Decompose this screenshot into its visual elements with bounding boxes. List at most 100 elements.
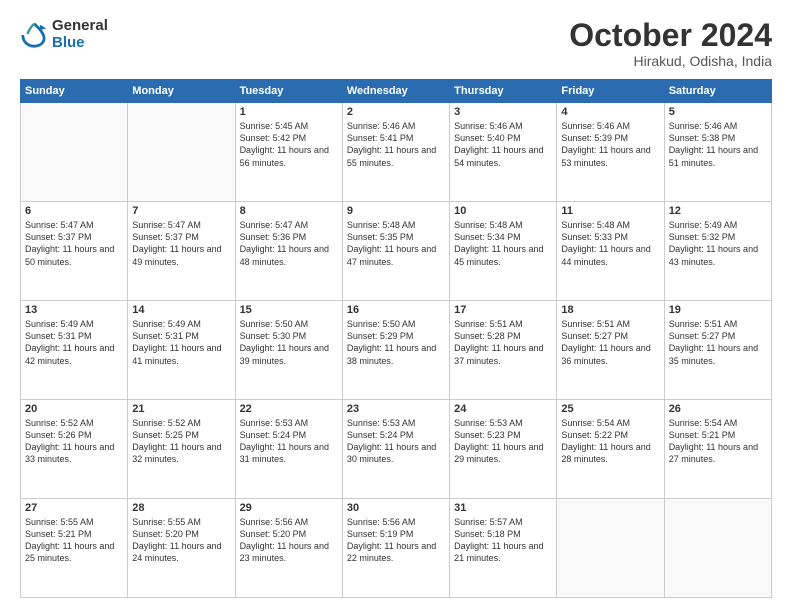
cell-content: Sunrise: 5:56 AM Sunset: 5:20 PM Dayligh… [240,516,338,565]
column-header-monday: Monday [128,80,235,103]
day-number: 31 [454,502,552,514]
day-number: 2 [347,106,445,118]
day-number: 23 [347,403,445,415]
calendar-cell: 3Sunrise: 5:46 AM Sunset: 5:40 PM Daylig… [450,103,557,202]
cell-content: Sunrise: 5:52 AM Sunset: 5:25 PM Dayligh… [132,417,230,466]
cell-content: Sunrise: 5:49 AM Sunset: 5:31 PM Dayligh… [25,318,123,367]
cell-content: Sunrise: 5:46 AM Sunset: 5:39 PM Dayligh… [561,120,659,169]
calendar-cell: 29Sunrise: 5:56 AM Sunset: 5:20 PM Dayli… [235,499,342,598]
header-row: SundayMondayTuesdayWednesdayThursdayFrid… [21,80,772,103]
cell-content: Sunrise: 5:48 AM Sunset: 5:35 PM Dayligh… [347,219,445,268]
calendar-cell: 10 Sunrise: 5:48 AM Sunset: 5:34 PM Dayli… [450,202,557,301]
calendar-cell [664,499,771,598]
calendar-cell: 18Sunrise: 5:51 AM Sunset: 5:27 PM Dayli… [557,301,664,400]
cell-content: Sunrise: 5:55 AM Sunset: 5:20 PM Dayligh… [132,516,230,565]
calendar-cell: 30 Sunrise: 5:56 AM Sunset: 5:19 PM Dayli… [342,499,449,598]
day-number: 9 [347,205,445,217]
cell-content: Sunrise: 5:47 AM Sunset: 5:37 PM Dayligh… [25,219,123,268]
column-header-tuesday: Tuesday [235,80,342,103]
day-number: 12 [669,205,767,217]
calendar-cell: 14 Sunrise: 5:49 AM Sunset: 5:31 PM Dayli… [128,301,235,400]
cell-content: Sunrise: 5:55 AM Sunset: 5:21 PM Dayligh… [25,516,123,565]
column-header-wednesday: Wednesday [342,80,449,103]
calendar-cell: 2 Sunrise: 5:46 AM Sunset: 5:41 PM Daylig… [342,103,449,202]
calendar-cell: 31 Sunrise: 5:57 AM Sunset: 5:18 PM Dayli… [450,499,557,598]
week-row-5: 27 Sunrise: 5:55 AM Sunset: 5:21 PM Dayli… [21,499,772,598]
location-subtitle: Hirakud, Odisha, India [569,53,772,69]
calendar-cell [128,103,235,202]
logo-text: General Blue [52,18,108,51]
calendar-cell: 13 Sunrise: 5:49 AM Sunset: 5:31 PM Dayli… [21,301,128,400]
day-number: 18 [561,304,659,316]
calendar-cell: 1 Sunrise: 5:45 AM Sunset: 5:42 PM Daylig… [235,103,342,202]
cell-content: Sunrise: 5:47 AM Sunset: 5:37 PM Dayligh… [132,219,230,268]
day-number: 28 [132,502,230,514]
calendar-cell: 5 Sunrise: 5:46 AM Sunset: 5:38 PM Daylig… [664,103,771,202]
calendar-cell: 6 Sunrise: 5:47 AM Sunset: 5:37 PM Daylig… [21,202,128,301]
day-number: 24 [454,403,552,415]
calendar-cell: 4 Sunrise: 5:46 AM Sunset: 5:39 PM Daylig… [557,103,664,202]
cell-content: Sunrise: 5:50 AM Sunset: 5:30 PM Dayligh… [240,318,338,367]
cell-content: Sunrise: 5:47 AM Sunset: 5:36 PM Dayligh… [240,219,338,268]
day-number: 6 [25,205,123,217]
day-number: 22 [240,403,338,415]
cell-content: Sunrise: 5:45 AM Sunset: 5:42 PM Dayligh… [240,120,338,169]
day-number: 25 [561,403,659,415]
calendar-cell: 16Sunrise: 5:50 AM Sunset: 5:29 PM Dayli… [342,301,449,400]
calendar-cell: 28 Sunrise: 5:55 AM Sunset: 5:20 PM Dayli… [128,499,235,598]
calendar-cell: 8 Sunrise: 5:47 AM Sunset: 5:36 PM Daylig… [235,202,342,301]
calendar-cell: 11 Sunrise: 5:48 AM Sunset: 5:33 PM Dayli… [557,202,664,301]
calendar-cell: 23 Sunrise: 5:53 AM Sunset: 5:24 PM Dayli… [342,400,449,499]
day-number: 21 [132,403,230,415]
calendar-cell: 24Sunrise: 5:53 AM Sunset: 5:23 PM Dayli… [450,400,557,499]
calendar-cell [557,499,664,598]
calendar-cell: 21 Sunrise: 5:52 AM Sunset: 5:25 PM Dayli… [128,400,235,499]
week-row-2: 6 Sunrise: 5:47 AM Sunset: 5:37 PM Daylig… [21,202,772,301]
day-number: 17 [454,304,552,316]
day-number: 10 [454,205,552,217]
calendar-table: SundayMondayTuesdayWednesdayThursdayFrid… [20,79,772,598]
day-number: 11 [561,205,659,217]
calendar-cell: 25Sunrise: 5:54 AM Sunset: 5:22 PM Dayli… [557,400,664,499]
cell-content: Sunrise: 5:56 AM Sunset: 5:19 PM Dayligh… [347,516,445,565]
title-area: October 2024 Hirakud, Odisha, India [569,18,772,69]
cell-content: Sunrise: 5:53 AM Sunset: 5:24 PM Dayligh… [240,417,338,466]
logo-icon [20,21,48,49]
cell-content: Sunrise: 5:51 AM Sunset: 5:28 PM Dayligh… [454,318,552,367]
calendar-cell: 27 Sunrise: 5:55 AM Sunset: 5:21 PM Dayli… [21,499,128,598]
calendar-cell: 22 Sunrise: 5:53 AM Sunset: 5:24 PM Dayli… [235,400,342,499]
cell-content: Sunrise: 5:46 AM Sunset: 5:38 PM Dayligh… [669,120,767,169]
calendar-cell [21,103,128,202]
week-row-3: 13 Sunrise: 5:49 AM Sunset: 5:31 PM Dayli… [21,301,772,400]
cell-content: Sunrise: 5:48 AM Sunset: 5:34 PM Dayligh… [454,219,552,268]
cell-content: Sunrise: 5:57 AM Sunset: 5:18 PM Dayligh… [454,516,552,565]
column-header-friday: Friday [557,80,664,103]
week-row-1: 1 Sunrise: 5:45 AM Sunset: 5:42 PM Daylig… [21,103,772,202]
calendar-cell: 9 Sunrise: 5:48 AM Sunset: 5:35 PM Daylig… [342,202,449,301]
day-number: 4 [561,106,659,118]
calendar-cell: 19Sunrise: 5:51 AM Sunset: 5:27 PM Dayli… [664,301,771,400]
day-number: 13 [25,304,123,316]
cell-content: Sunrise: 5:46 AM Sunset: 5:40 PM Dayligh… [454,120,552,169]
calendar-cell: 26Sunrise: 5:54 AM Sunset: 5:21 PM Dayli… [664,400,771,499]
logo: General Blue [20,18,108,51]
day-number: 8 [240,205,338,217]
cell-content: Sunrise: 5:49 AM Sunset: 5:31 PM Dayligh… [132,318,230,367]
cell-content: Sunrise: 5:52 AM Sunset: 5:26 PM Dayligh… [25,417,123,466]
cell-content: Sunrise: 5:49 AM Sunset: 5:32 PM Dayligh… [669,219,767,268]
cell-content: Sunrise: 5:48 AM Sunset: 5:33 PM Dayligh… [561,219,659,268]
cell-content: Sunrise: 5:53 AM Sunset: 5:24 PM Dayligh… [347,417,445,466]
day-number: 26 [669,403,767,415]
month-title: October 2024 [569,18,772,53]
day-number: 20 [25,403,123,415]
day-number: 7 [132,205,230,217]
day-number: 27 [25,502,123,514]
day-number: 1 [240,106,338,118]
day-number: 30 [347,502,445,514]
day-number: 19 [669,304,767,316]
calendar-cell: 15Sunrise: 5:50 AM Sunset: 5:30 PM Dayli… [235,301,342,400]
day-number: 5 [669,106,767,118]
day-number: 14 [132,304,230,316]
cell-content: Sunrise: 5:46 AM Sunset: 5:41 PM Dayligh… [347,120,445,169]
column-header-saturday: Saturday [664,80,771,103]
